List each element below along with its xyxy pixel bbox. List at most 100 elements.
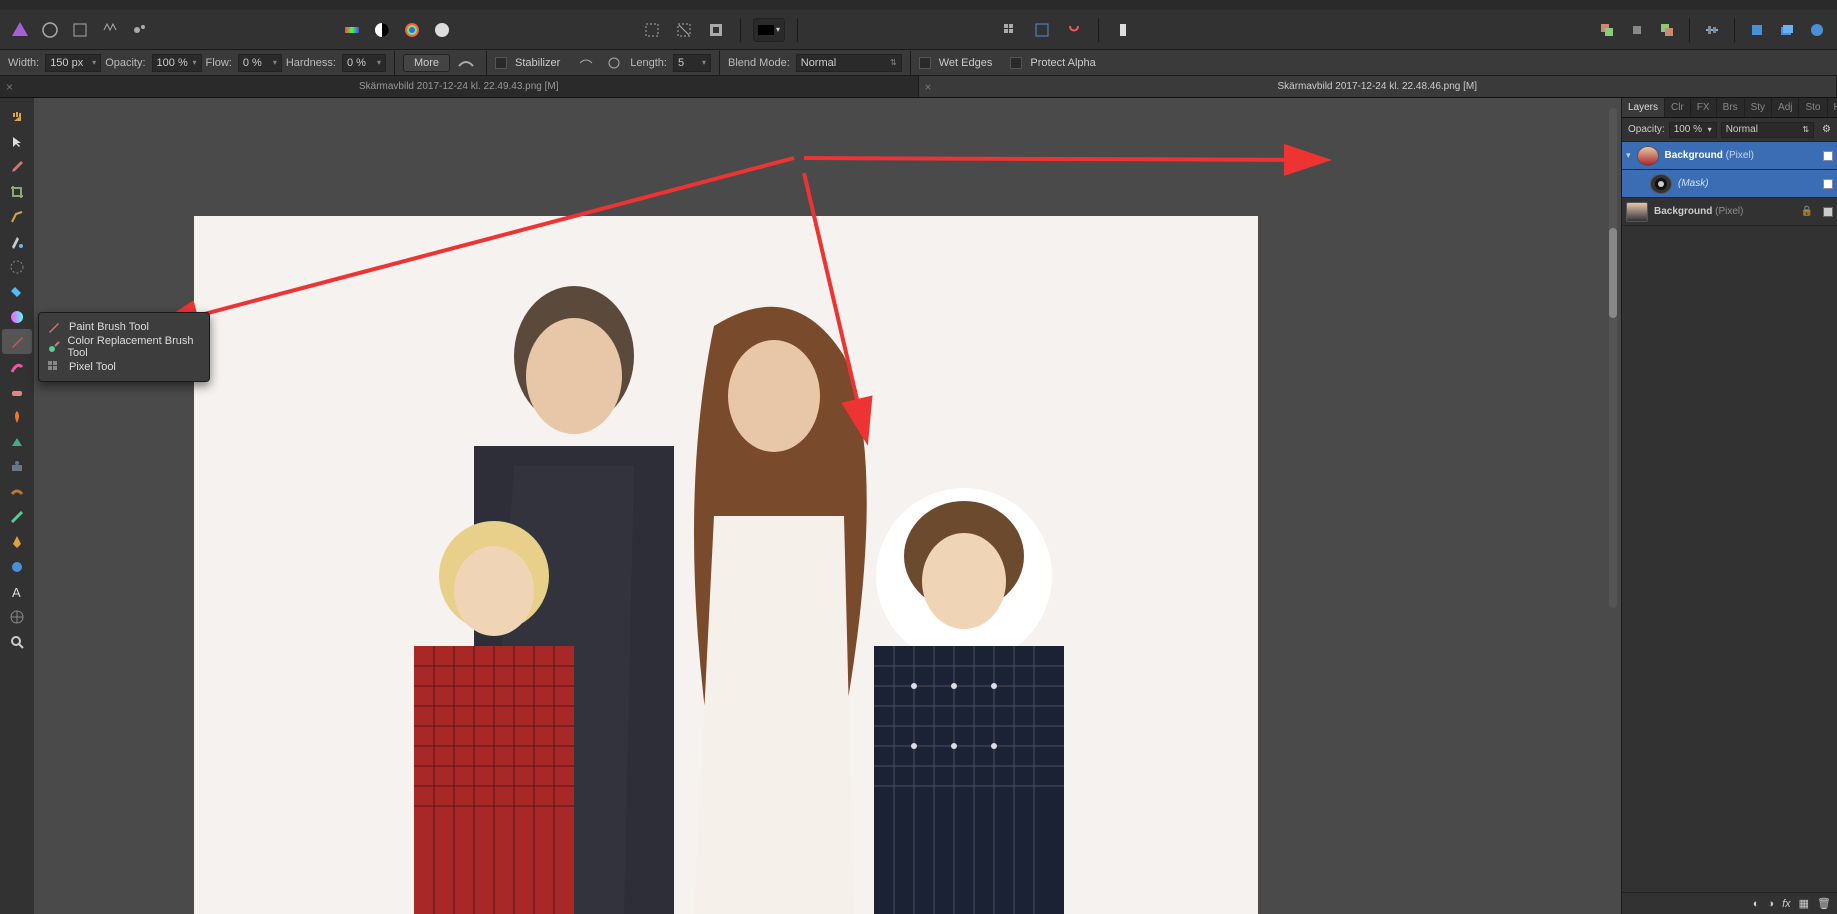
document-canvas[interactable] (194, 216, 1258, 914)
protect-alpha-checkbox[interactable] (1010, 57, 1022, 69)
layer-opacity-label: Opacity: (1628, 124, 1665, 135)
layer-visibility-checkbox[interactable]: ✓ (1823, 179, 1833, 189)
layer-opacity-input[interactable]: 100 %▾ (1669, 122, 1717, 138)
hand-tool[interactable] (2, 104, 32, 129)
panel-tab-sty[interactable]: Sty (1745, 98, 1772, 117)
panel-tab-hg[interactable]: Hg (1828, 98, 1837, 117)
panel-tab-fx[interactable]: FX (1691, 98, 1717, 117)
erase-tool[interactable] (2, 379, 32, 404)
assistant-icon[interactable] (1111, 18, 1135, 42)
layer-row-background-pixel[interactable]: ▾ Background (Pixel) ✓ (1622, 142, 1837, 170)
disclosure-triangle-icon[interactable]: ▾ (1626, 150, 1631, 161)
selection-mode-lasso-icon[interactable] (672, 18, 696, 42)
stabilizer-checkbox[interactable] (495, 57, 507, 69)
layer-stack-1-icon[interactable] (1745, 18, 1769, 42)
arrange-mid-icon[interactable] (1625, 18, 1649, 42)
width-input[interactable]: 150 px▾ (45, 54, 101, 72)
gradient-tool[interactable] (2, 304, 32, 329)
mesh-tool[interactable] (2, 604, 32, 629)
color-picker-tool[interactable] (2, 154, 32, 179)
swatches-icon[interactable] (340, 18, 364, 42)
blend-mode-select[interactable]: Normal⇅ (796, 54, 902, 72)
separator (1689, 18, 1690, 42)
color-wheel-icon[interactable] (400, 18, 424, 42)
layer-visibility-checkbox[interactable]: ✓ (1823, 151, 1833, 161)
length-input[interactable]: 5▾ (673, 54, 711, 72)
panel-tab-sto[interactable]: Sto (1799, 98, 1827, 117)
document-tab-label: Skärmavbild 2017-12-24 kl. 22.48.46.png … (1277, 81, 1477, 92)
text-tool[interactable]: A (2, 579, 32, 604)
document-tab-0[interactable]: × Skärmavbild 2017-12-24 kl. 22.49.43.pn… (0, 76, 919, 97)
layer-visibility-checkbox[interactable]: ✓ (1823, 207, 1833, 217)
smudge-tool[interactable] (2, 479, 32, 504)
snap-icon[interactable] (1062, 18, 1086, 42)
flyout-item-color-replacement[interactable]: Color Replacement Brush Tool (39, 337, 209, 357)
quick-mask-icon[interactable] (704, 18, 728, 42)
add-layer-icon[interactable]: ▦ (1799, 897, 1809, 910)
hardness-input[interactable]: 0 %▾ (342, 54, 386, 72)
hardness-label: Hardness: (286, 57, 336, 69)
stabilizer-mode-window-icon[interactable] (602, 51, 626, 75)
layer-thumbnail (1637, 146, 1659, 166)
selection-brush-tool[interactable] (2, 204, 32, 229)
delete-layer-icon[interactable]: 🗑 (1817, 897, 1831, 910)
guides-icon[interactable] (1030, 18, 1054, 42)
layer-stack-3-icon[interactable] (1805, 18, 1829, 42)
flyout-item-paint-brush[interactable]: Paint Brush Tool (39, 317, 209, 337)
inpaint-tool[interactable] (2, 504, 32, 529)
canvas-area[interactable] (34, 98, 1621, 914)
pen-tool[interactable] (2, 529, 32, 554)
crop-tool[interactable] (2, 179, 32, 204)
clone-tool[interactable] (2, 454, 32, 479)
more-button[interactable]: More (403, 54, 450, 72)
persona-export-icon[interactable] (128, 18, 152, 42)
close-icon[interactable]: × (6, 80, 13, 94)
flyout-item-pixel-tool[interactable]: Pixel Tool (39, 357, 209, 377)
scrollbar-thumb[interactable] (1609, 228, 1617, 318)
layer-blend-select[interactable]: Normal⇅ (1721, 122, 1814, 138)
brush-stroke-icon[interactable] (454, 51, 478, 75)
shape-tool[interactable] (2, 554, 32, 579)
flood-select-tool[interactable] (2, 229, 32, 254)
fx-icon[interactable]: fx (1782, 898, 1791, 910)
stabilizer-mode-rope-icon[interactable] (574, 51, 598, 75)
paint-mixer-tool[interactable] (2, 354, 32, 379)
panel-tab-brs[interactable]: Brs (1717, 98, 1745, 117)
separator (910, 51, 911, 75)
layer-row-mask[interactable]: (Mask) ✓ (1622, 170, 1837, 198)
color-swatch-fg[interactable]: ▾ (753, 18, 785, 42)
persona-liquify-icon[interactable] (68, 18, 92, 42)
paint-brush-tool[interactable] (2, 329, 32, 354)
align-icon[interactable] (1700, 18, 1724, 42)
selection-mode-rect-icon[interactable] (640, 18, 664, 42)
dodge-tool[interactable] (2, 429, 32, 454)
wet-edges-label: Wet Edges (939, 57, 993, 69)
wet-edges-checkbox[interactable] (919, 57, 931, 69)
panel-tab-adj[interactable]: Adj (1772, 98, 1799, 117)
document-tab-1[interactable]: × Skärmavbild 2017-12-24 kl. 22.48.46.pn… (919, 76, 1837, 97)
arrange-back-icon[interactable] (1595, 18, 1619, 42)
layer-row-background-2[interactable]: Background (Pixel) 🔒 ✓ (1622, 198, 1837, 226)
empty-circle-icon[interactable] (430, 18, 454, 42)
arrange-front-icon[interactable] (1655, 18, 1679, 42)
close-icon[interactable]: × (925, 80, 932, 94)
contrast-icon[interactable] (370, 18, 394, 42)
flood-fill-tool[interactable] (2, 279, 32, 304)
zoom-tool[interactable] (2, 629, 32, 654)
flow-input[interactable]: 0 %▾ (238, 54, 282, 72)
adjustment-layer-icon[interactable]: ◑ (1767, 898, 1774, 910)
move-tool[interactable] (2, 129, 32, 154)
length-label: Length: (630, 57, 667, 69)
vertical-scrollbar[interactable] (1609, 108, 1617, 608)
opacity-input[interactable]: 100 %▾ (152, 54, 202, 72)
panel-tab-layers[interactable]: Layers (1622, 98, 1665, 117)
persona-photo-icon[interactable] (38, 18, 62, 42)
persona-develop-icon[interactable] (98, 18, 122, 42)
panel-tab-clr[interactable]: Clr (1665, 98, 1691, 117)
gear-icon[interactable]: ⚙ (1822, 124, 1831, 135)
marquee-tool[interactable] (2, 254, 32, 279)
grid-icon[interactable] (998, 18, 1022, 42)
layer-stack-2-icon[interactable] (1775, 18, 1799, 42)
burn-tool[interactable] (2, 404, 32, 429)
mask-layer-icon[interactable]: ◐ (1753, 898, 1760, 910)
